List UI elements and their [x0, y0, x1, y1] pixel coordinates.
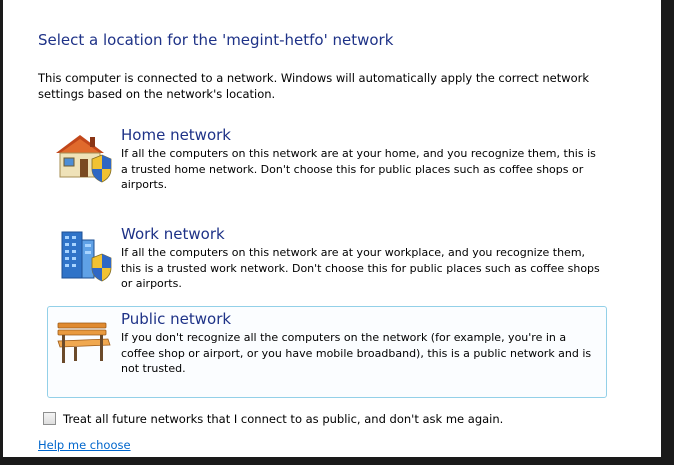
home-network-option[interactable]: Home network If all the computers on thi…: [47, 122, 607, 212]
work-network-icon: [61, 231, 112, 282]
public-network-description: If you don't recognize all the computers…: [121, 331, 592, 375]
public-network-title: Public network: [121, 310, 232, 328]
work-network-description: If all the computers on this network are…: [121, 246, 600, 290]
window-frame-right: [661, 0, 668, 465]
home-network-description: If all the computers on this network are…: [121, 147, 596, 191]
treat-as-public-label: Treat all future networks that I connect…: [63, 412, 504, 426]
work-network-option[interactable]: Work network If all the computers on thi…: [47, 221, 607, 311]
treat-as-public-checkbox[interactable]: [43, 412, 56, 425]
home-network-icon: [56, 135, 112, 183]
help-me-choose-link[interactable]: Help me choose: [38, 438, 131, 452]
intro-text: This computer is connected to a network.…: [38, 71, 590, 101]
public-network-bench-icon: [57, 322, 111, 363]
public-network-option[interactable]: Public network If you don't recognize al…: [47, 306, 607, 398]
window-frame-bottom: [3, 457, 668, 465]
treat-as-public-checkbox-row[interactable]: Treat all future networks that I connect…: [43, 412, 503, 426]
network-location-dialog: Select a location for the 'megint-hetfo'…: [3, 0, 668, 465]
home-network-title: Home network: [121, 126, 231, 144]
work-network-title: Work network: [121, 225, 225, 243]
dialog-heading: Select a location for the 'megint-hetfo'…: [38, 31, 394, 49]
